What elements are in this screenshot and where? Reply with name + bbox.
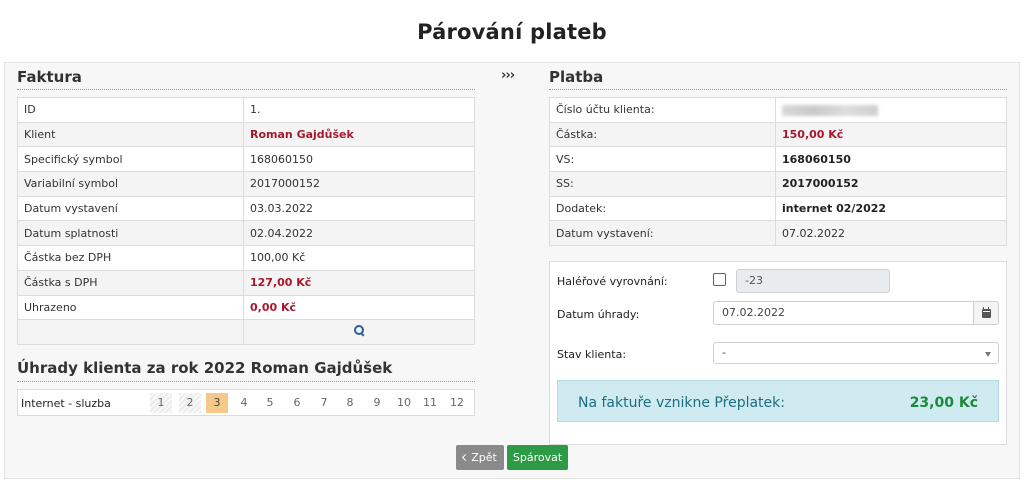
row-label-paid: Uhrazeno (17, 294, 244, 321)
client-state-value: - (722, 346, 726, 359)
row-label-ss: SS: (549, 171, 776, 197)
month-12[interactable]: 12 (446, 393, 468, 413)
month-10[interactable]: 10 (393, 393, 415, 413)
row-value-specific-symbol: 168060150 (243, 146, 475, 173)
table-row: Dodatek: internet 02/2022 (549, 195, 1007, 222)
month-4[interactable]: 4 (233, 393, 255, 413)
rounding-checkbox[interactable] (713, 273, 726, 286)
row-value-vs: 168060150 (775, 146, 1007, 173)
payments-calendar: Internet - sluzba 1 2 3 4 5 6 7 8 9 10 1… (17, 389, 475, 416)
table-row: SS: 2017000152 (549, 171, 1007, 197)
platba-title: Platba (549, 68, 604, 86)
row-value-variable-symbol: 2017000152 (243, 171, 475, 197)
calendar-button[interactable] (974, 301, 999, 325)
row-label-amount-gross: Částka s DPH (17, 269, 244, 296)
row-value-amount-gross: 127,00 Kč (243, 269, 475, 296)
back-button-label: Zpět (471, 451, 497, 464)
calendar-icon (982, 307, 991, 318)
row-label-client: Klient (17, 121, 244, 148)
payment-date-input[interactable]: 07.02.2022 (713, 301, 974, 325)
rounding-label: Haléřové vyrovnání: (557, 275, 668, 288)
service-label: Internet - sluzba (21, 397, 111, 410)
row-value-note: internet 02/2022 (775, 195, 1007, 222)
row-label-payment-issue-date: Datum vystavení: (549, 220, 776, 247)
search-cell (243, 319, 475, 345)
table-row: Specifický symbol 168060150 (17, 146, 475, 173)
month-9[interactable]: 9 (366, 393, 388, 413)
table-row: Částka bez DPH 100,00 Kč (17, 245, 475, 271)
row-value-account (775, 97, 1007, 123)
month-6[interactable]: 6 (286, 393, 308, 413)
table-row: Uhrazeno 0,00 Kč (17, 294, 475, 321)
month-8[interactable]: 8 (339, 393, 361, 413)
arrows-icon: ››› (501, 68, 515, 83)
page-title: Párování plateb (417, 20, 607, 44)
chevron-left-icon (462, 453, 470, 462)
row-label-due-date: Datum splatnosti (17, 220, 244, 247)
table-row: Datum splatnosti 02.04.2022 (17, 220, 475, 247)
uhrady-title: Úhrady klienta za rok 2022 Roman Gajdůše… (17, 359, 393, 377)
row-label-id: ID (17, 97, 244, 123)
client-state-select[interactable]: - (713, 342, 999, 364)
row-value-amount: 150,00 Kč (775, 121, 1007, 148)
table-row: VS: 168060150 (549, 146, 1007, 173)
row-label-note: Dodatek: (549, 195, 776, 222)
table-row: ID 1. (17, 97, 475, 123)
row-label-issue-date: Datum vystavení (17, 195, 244, 222)
overpayment-alert: Na faktuře vznikne Přeplatek: 23,00 Kč (557, 380, 999, 422)
table-row: Částka: 150,00 Kč (549, 121, 1007, 148)
overpayment-text: Na faktuře vznikne Přeplatek: (578, 395, 785, 411)
faktura-divider (17, 89, 475, 90)
pair-button[interactable]: Spárovat (507, 445, 568, 470)
platba-table: Číslo účtu klienta: Částka: 150,00 Kč VS… (549, 97, 1007, 247)
row-value-amount-net: 100,00 Kč (243, 245, 475, 271)
faktura-table: ID 1. Klient Roman Gajdůšek Specifický s… (17, 97, 475, 345)
row-label-amount-net: Částka bez DPH (17, 245, 244, 271)
row-label-specific-symbol: Specifický symbol (17, 146, 244, 173)
back-button[interactable]: Zpět (456, 445, 504, 470)
payment-date-label: Datum úhrady: (557, 308, 640, 321)
table-row: Datum vystavení: 07.02.2022 (549, 220, 1007, 247)
month-7[interactable]: 7 (313, 393, 335, 413)
row-value-client[interactable]: Roman Gajdůšek (243, 121, 475, 148)
row-label-variable-symbol: Variabilní symbol (17, 171, 244, 197)
month-5[interactable]: 5 (259, 393, 281, 413)
month-2[interactable]: 2 (179, 393, 201, 413)
platba-divider (549, 89, 1007, 90)
row-value-paid: 0,00 Kč (243, 294, 475, 321)
table-row: Číslo účtu klienta: (549, 97, 1007, 123)
month-1[interactable]: 1 (150, 393, 172, 413)
table-row: Částka s DPH 127,00 Kč (17, 269, 475, 296)
row-label-vs: VS: (549, 146, 776, 173)
row-value-id: 1. (243, 97, 475, 123)
faktura-title: Faktura (17, 68, 82, 86)
table-row: Datum vystavení 03.03.2022 (17, 195, 475, 222)
chevron-down-icon (985, 352, 991, 357)
rounding-input[interactable]: -23 (736, 269, 890, 293)
row-value-payment-issue-date: 07.02.2022 (775, 220, 1007, 247)
row-value-ss: 2017000152 (775, 171, 1007, 197)
table-row: Variabilní symbol 2017000152 (17, 171, 475, 197)
row-value-issue-date: 03.03.2022 (243, 195, 475, 222)
month-11[interactable]: 11 (419, 393, 441, 413)
table-row: Klient Roman Gajdůšek (17, 121, 475, 148)
row-label-amount: Částka: (549, 121, 776, 148)
row-label-account: Číslo účtu klienta: (549, 97, 776, 123)
row-value-due-date: 02.04.2022 (243, 220, 475, 247)
empty-cell (17, 319, 244, 345)
overpayment-value: 23,00 Kč (909, 395, 978, 411)
uhrady-divider (17, 381, 475, 382)
blurred-account-number (782, 104, 878, 116)
client-state-label: Stav klienta: (557, 348, 627, 361)
search-icon[interactable] (353, 325, 365, 336)
month-3[interactable]: 3 (206, 393, 228, 413)
table-row (17, 319, 475, 345)
